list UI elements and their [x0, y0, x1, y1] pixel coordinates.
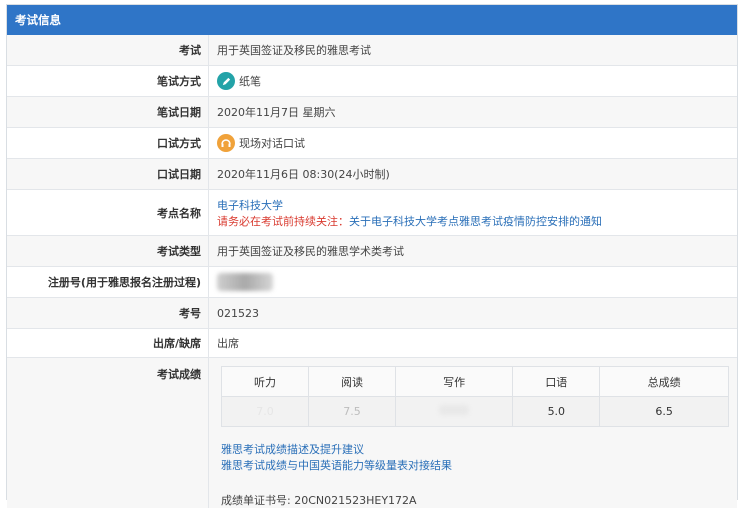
- certificate-number: 成绩单证书号: 20CN021523HEY172A: [221, 494, 417, 507]
- row-candidate-number: 考号 021523: [7, 298, 737, 329]
- score-header: 听力: [220, 366, 310, 397]
- score-overall: 6.5: [599, 396, 729, 427]
- label-scores: 考试成绩: [7, 358, 209, 508]
- cse-mapping-link[interactable]: 雅思考试成绩与中国英语能力等级量表对接结果: [221, 458, 452, 474]
- pencil-icon: [217, 72, 235, 90]
- row-exam-type: 考试类型 用于英国签证及移民的雅思学术类考试: [7, 236, 737, 267]
- row-exam: 考试 用于英国签证及移民的雅思考试: [7, 35, 737, 66]
- oral-method-text: 现场对话口试: [239, 137, 305, 150]
- value-written-date: 2020年11月7日 星期六: [209, 97, 737, 127]
- value-oral-date: 2020年11月6日 08:30(24小时制): [209, 159, 737, 189]
- redacted-registration-number: [217, 273, 273, 291]
- score-value-row: 7.0 7.5 5.0 6.5: [220, 396, 729, 427]
- row-written-date: 笔试日期 2020年11月7日 星期六: [7, 97, 737, 128]
- label-registration: 注册号(用于雅思报名注册过程): [7, 267, 209, 297]
- value-attendance: 出席: [217, 337, 239, 350]
- venue-notice: 请务必在考试前持续关注：关于电子科技大学考点雅思考试疫情防控安排的通知: [217, 213, 602, 229]
- value-venue: 电子科技大学 请务必在考试前持续关注：关于电子科技大学考点雅思考试疫情防控安排的…: [209, 190, 737, 235]
- row-written-method: 笔试方式 纸笔: [7, 66, 737, 97]
- label-venue: 考点名称: [7, 190, 209, 235]
- value-registration: [209, 267, 737, 297]
- label-attendance: 出席/缺席: [7, 329, 209, 357]
- value-exam-type: 用于英国签证及移民的雅思学术类考试: [209, 236, 737, 266]
- redacted-writing-score: [439, 405, 470, 415]
- row-registration: 注册号(用于雅思报名注册过程): [7, 267, 737, 298]
- notice-link[interactable]: 关于电子科技大学考点雅思考试疫情防控安排的通知: [349, 215, 602, 228]
- score-header-row: 听力 阅读 写作 口语 总成绩: [220, 366, 729, 397]
- label-written-date: 笔试日期: [7, 97, 209, 127]
- score-table: 听力 阅读 写作 口语 总成绩 7.0 7.5 5.0 6.5: [220, 366, 729, 427]
- value-oral-method: 现场对话口试: [209, 128, 737, 158]
- label-oral-date: 口试日期: [7, 159, 209, 189]
- value-exam: 用于英国签证及移民的雅思考试: [209, 35, 737, 65]
- score-links: 雅思考试成绩描述及提升建议 雅思考试成绩与中国英语能力等级量表对接结果: [221, 442, 452, 474]
- score-header: 总成绩: [599, 366, 729, 397]
- value-written-method: 纸笔: [209, 66, 737, 96]
- exam-info-panel: 考试信息 考试 用于英国签证及移民的雅思考试 笔试方式 纸笔 笔试日期 2020…: [6, 4, 738, 508]
- row-scores: 考试成绩 听力 阅读 写作 口语 总成绩 7.0 7.5 5.0 6.5 雅思考…: [7, 358, 737, 508]
- score-reading: 7.5: [308, 396, 397, 427]
- panel-title: 考试信息: [7, 5, 737, 35]
- notice-prefix: 请务必在考试前持续关注：: [217, 214, 349, 228]
- info-rows: 考试 用于英国签证及移民的雅思考试 笔试方式 纸笔 笔试日期 2020年11月7…: [7, 35, 737, 508]
- score-header: 口语: [512, 366, 601, 397]
- row-oral-date: 口试日期 2020年11月6日 08:30(24小时制): [7, 159, 737, 190]
- score-description-link[interactable]: 雅思考试成绩描述及提升建议: [221, 442, 452, 458]
- row-attendance: 出席/缺席 出席: [7, 329, 737, 358]
- score-speaking: 5.0: [512, 396, 601, 427]
- value-candidate-number: 021523: [209, 298, 737, 328]
- label-candidate-number: 考号: [7, 298, 209, 328]
- label-exam-type: 考试类型: [7, 236, 209, 266]
- score-header: 写作: [395, 366, 514, 397]
- headset-icon: [217, 134, 235, 152]
- venue-link[interactable]: 电子科技大学: [217, 197, 283, 213]
- row-oral-method: 口试方式 现场对话口试: [7, 128, 737, 159]
- label-written-method: 笔试方式: [7, 66, 209, 96]
- score-listening: 7.0: [220, 396, 310, 427]
- written-method-text: 纸笔: [239, 75, 261, 88]
- score-writing: [395, 396, 514, 427]
- label-oral-method: 口试方式: [7, 128, 209, 158]
- score-header: 阅读: [308, 366, 397, 397]
- value-scores: 听力 阅读 写作 口语 总成绩 7.0 7.5 5.0 6.5 雅思考试成绩描述…: [209, 358, 737, 508]
- label-exam: 考试: [7, 35, 209, 65]
- row-venue: 考点名称 电子科技大学 请务必在考试前持续关注：关于电子科技大学考点雅思考试疫情…: [7, 190, 737, 236]
